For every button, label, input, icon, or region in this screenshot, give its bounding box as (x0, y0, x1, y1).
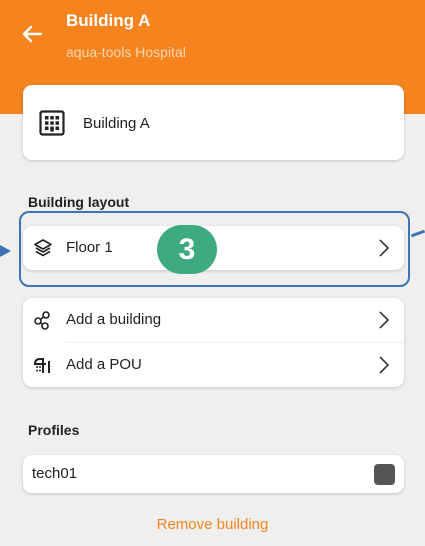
share-nodes-icon (34, 311, 50, 330)
actions-card: Add a building Add a POU (23, 298, 404, 387)
building-name: Building A (83, 115, 150, 132)
section-title-building-layout: Building layout (28, 194, 130, 210)
callout-arrow-left (0, 245, 11, 257)
profile-checkbox[interactable] (374, 464, 395, 485)
chevron-right-icon (379, 356, 390, 374)
add-pou-label: Add a POU (66, 356, 142, 373)
add-building-label: Add a building (66, 311, 162, 328)
add-building-row[interactable]: Add a building (23, 298, 404, 342)
building-icon (39, 110, 65, 136)
page-title: Building A (66, 11, 151, 30)
page-subtitle: aqua-tools Hospital (66, 44, 186, 60)
section-title-profiles: Profiles (28, 422, 80, 438)
building-card: Building A (23, 85, 404, 160)
step-badge: 3 (157, 225, 217, 274)
arrow-left-icon (22, 25, 42, 43)
profile-row[interactable]: tech01 (23, 455, 404, 493)
remove-building-button[interactable]: Remove building (0, 516, 425, 533)
chevron-right-icon (379, 311, 390, 329)
callout-arrow-right (410, 229, 425, 238)
back-button[interactable] (18, 20, 46, 48)
add-pou-row[interactable]: Add a POU (23, 343, 404, 387)
shower-icon (34, 358, 50, 373)
profile-name: tech01 (32, 465, 78, 482)
